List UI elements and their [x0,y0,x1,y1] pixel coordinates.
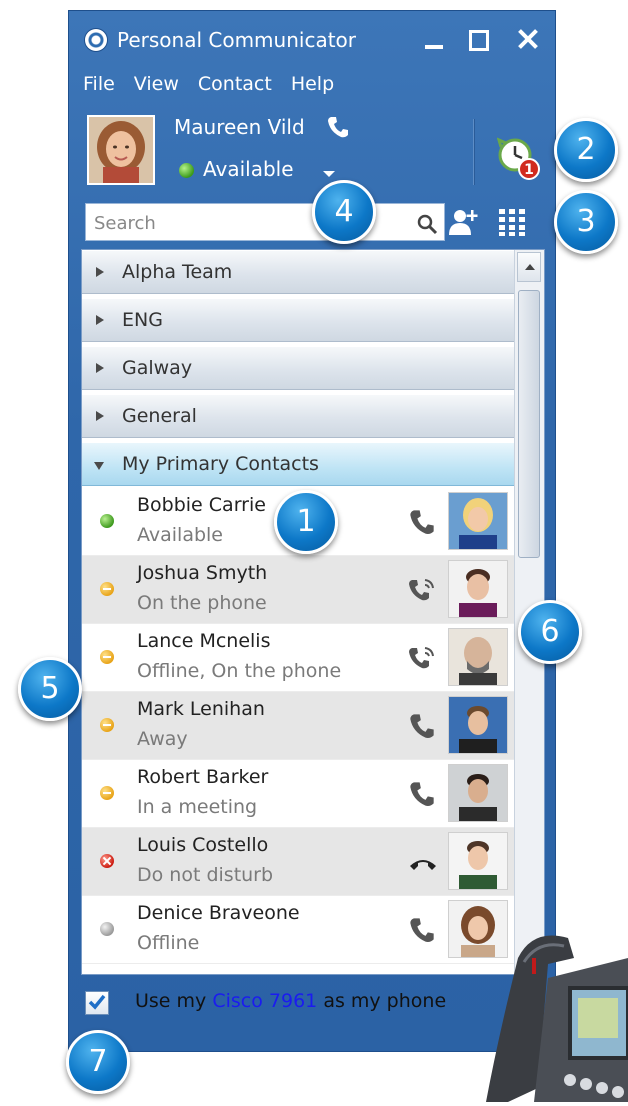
contact-name: Robert Barker [137,766,269,788]
contact-status: In a meeting [137,796,258,818]
desk-phone-image [478,918,628,1102]
expand-arrow-icon[interactable] [96,363,104,373]
contact-photo [448,764,508,822]
group-label: My Primary Contacts [122,453,319,475]
phone-icon[interactable] [408,508,436,536]
group-my-primary-contacts[interactable]: My Primary Contacts [82,442,514,486]
app-logo-icon [85,29,107,51]
chevron-down-icon[interactable] [323,171,335,177]
group-general[interactable]: General [82,394,514,438]
phone-icon[interactable] [408,916,436,944]
available-status-icon [179,163,194,178]
recents-badge-count: 1 [524,162,534,178]
group-label: Alpha Team [122,261,233,283]
menu-view[interactable]: View [134,73,179,99]
group-eng[interactable]: ENG [82,298,514,342]
group-alpha-team[interactable]: Alpha Team [82,250,514,294]
maximize-button[interactable] [465,27,491,53]
contact-status: Available [137,524,224,546]
header-divider [473,119,475,185]
scroll-thumb[interactable] [518,290,540,558]
busy-status-icon [100,718,114,732]
contact-photo [448,628,508,686]
contact-status: On the phone [137,592,267,614]
contact-row[interactable]: Joshua Smyth On the phone [82,556,514,624]
footer-prefix: Use my [135,990,207,1012]
callout-6: 6 [518,600,582,664]
available-status-icon [100,514,114,528]
contact-name: Joshua Smyth [137,562,268,584]
busy-status-icon [100,582,114,596]
contact-row[interactable]: Lance Mcnelis Offline, On the phone [82,624,514,692]
add-contact-icon[interactable] [449,207,481,237]
close-button[interactable] [515,27,541,53]
busy-status-icon [100,786,114,800]
contact-status: Do not disturb [137,864,274,886]
title-bar[interactable]: Personal Communicator [69,11,555,67]
callout-5: 5 [18,657,82,721]
contact-name: Louis Costello [137,834,269,856]
contact-row[interactable]: Louis Costello Do not disturb [82,828,514,896]
contact-name: Lance Mcnelis [137,630,271,652]
ringing-phone-icon[interactable] [408,644,436,672]
group-label: ENG [122,309,163,331]
expand-arrow-icon[interactable] [96,315,104,325]
group-label: Galway [122,357,193,379]
menu-bar: File View Contact Help [83,73,353,99]
collapse-arrow-icon[interactable] [94,462,104,470]
callout-3: 3 [554,190,618,254]
contact-photo [448,832,508,890]
minimize-button[interactable] [421,27,447,53]
window-title: Personal Communicator [117,28,357,52]
phone-device-link[interactable]: Cisco 7961 [212,990,317,1012]
contact-photo [448,560,508,618]
offline-status-icon [100,922,114,936]
user-name: Maureen Vild [174,115,305,139]
search-box[interactable] [85,203,445,241]
phone-icon[interactable] [327,115,349,139]
contact-row[interactable]: Denice Braveone Offline [82,896,514,964]
footer-suffix: as my phone [323,990,447,1012]
callout-1: 1 [274,490,338,554]
contact-name: Denice Braveone [137,902,300,924]
user-status-selector[interactable]: Available [203,157,294,181]
use-desk-phone-checkbox[interactable] [85,991,109,1015]
recent-calls-icon[interactable]: 1 [496,137,540,180]
contact-status: Offline, On the phone [137,660,342,682]
callout-7: 7 [66,1030,130,1094]
use-desk-phone-label: Use my Cisco 7961 as my phone [135,990,446,1012]
contact-name: Bobbie Carrie [137,494,266,516]
contact-row[interactable]: Mark Lenihan Away [82,692,514,760]
expand-arrow-icon[interactable] [96,411,104,421]
phone-icon[interactable] [408,780,436,808]
contact-photo [448,492,508,550]
contact-name: Mark Lenihan [137,698,265,720]
dialpad-icon[interactable] [497,207,527,237]
busy-status-icon [100,650,114,664]
scroll-up-button[interactable] [517,252,541,282]
hangup-icon[interactable] [408,848,436,876]
search-icon[interactable] [416,213,438,235]
expand-arrow-icon[interactable] [96,267,104,277]
user-avatar[interactable] [87,115,155,185]
callout-2: 2 [554,118,618,182]
contact-status: Offline [137,932,200,954]
menu-file[interactable]: File [83,73,115,99]
group-label: General [122,405,197,427]
contact-photo [448,696,508,754]
contact-status: Away [137,728,188,750]
menu-contact[interactable]: Contact [198,73,272,99]
ringing-phone-icon[interactable] [408,576,436,604]
phone-icon[interactable] [408,712,436,740]
menu-help[interactable]: Help [291,73,334,99]
contact-row[interactable]: Robert Barker In a meeting [82,760,514,828]
group-galway[interactable]: Galway [82,346,514,390]
callout-4: 4 [312,180,376,244]
do-not-disturb-status-icon [100,854,114,868]
contact-list: Alpha Team ENG Galway General My Primary… [81,249,545,975]
